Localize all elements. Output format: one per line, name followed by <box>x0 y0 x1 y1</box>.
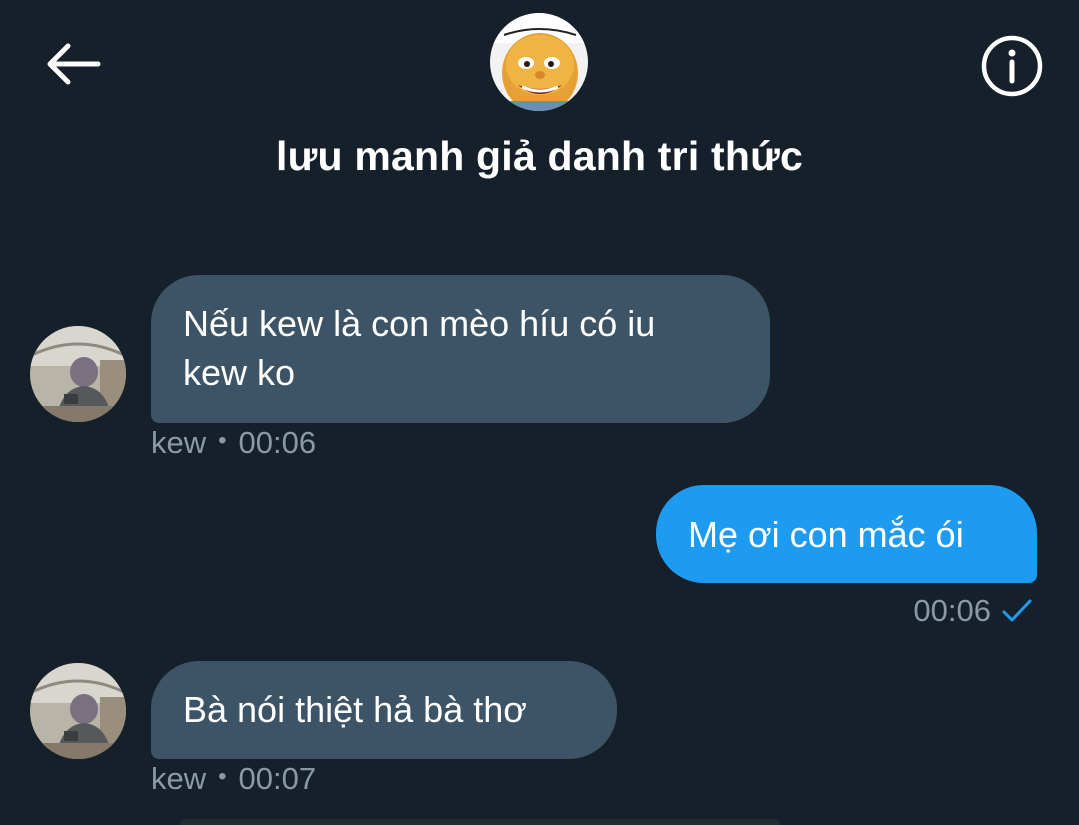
group-avatar-image <box>490 13 588 111</box>
message-time: 00:07 <box>238 761 317 796</box>
sender-avatar[interactable] <box>30 663 126 759</box>
message-time: 00:06 <box>913 593 991 628</box>
back-button[interactable] <box>40 38 104 90</box>
separator-dot: • <box>218 427 227 454</box>
conversation-title: lưu manh giả danh tri thức <box>276 133 803 179</box>
conversation-info-button[interactable] <box>978 32 1046 100</box>
sender-avatar-image <box>30 326 126 422</box>
message-sender: kew <box>151 425 207 460</box>
message-bubble-incoming[interactable]: Bà nói thiệt hả bà thơ <box>151 661 617 759</box>
message-text: Bà nói thiệt hả bà thơ <box>183 689 527 730</box>
separator-dot: • <box>218 763 227 790</box>
message-bubble-outgoing[interactable]: Mẹ ơi con mắc ói <box>656 485 1037 583</box>
next-message-edge <box>180 819 780 825</box>
sender-avatar-image <box>30 663 126 759</box>
group-avatar[interactable] <box>490 13 588 111</box>
message-text: Nếu kew là con mèo híu có iu kew ko <box>183 303 656 393</box>
message-sender: kew <box>151 761 207 796</box>
message-time: 00:06 <box>238 425 317 460</box>
message-text: Mẹ ơi con mắc ói <box>688 514 964 555</box>
message-meta: 00:06 <box>913 593 1033 629</box>
sender-avatar[interactable] <box>30 326 126 422</box>
message-meta: kew • 00:06 <box>151 425 316 461</box>
info-circle-icon <box>981 35 1043 97</box>
checkmark-icon <box>1001 597 1033 625</box>
message-bubble-incoming[interactable]: Nếu kew là con mèo híu có iu kew ko <box>151 275 770 423</box>
arrow-left-icon <box>47 43 101 85</box>
message-meta: kew • 00:07 <box>151 761 316 797</box>
